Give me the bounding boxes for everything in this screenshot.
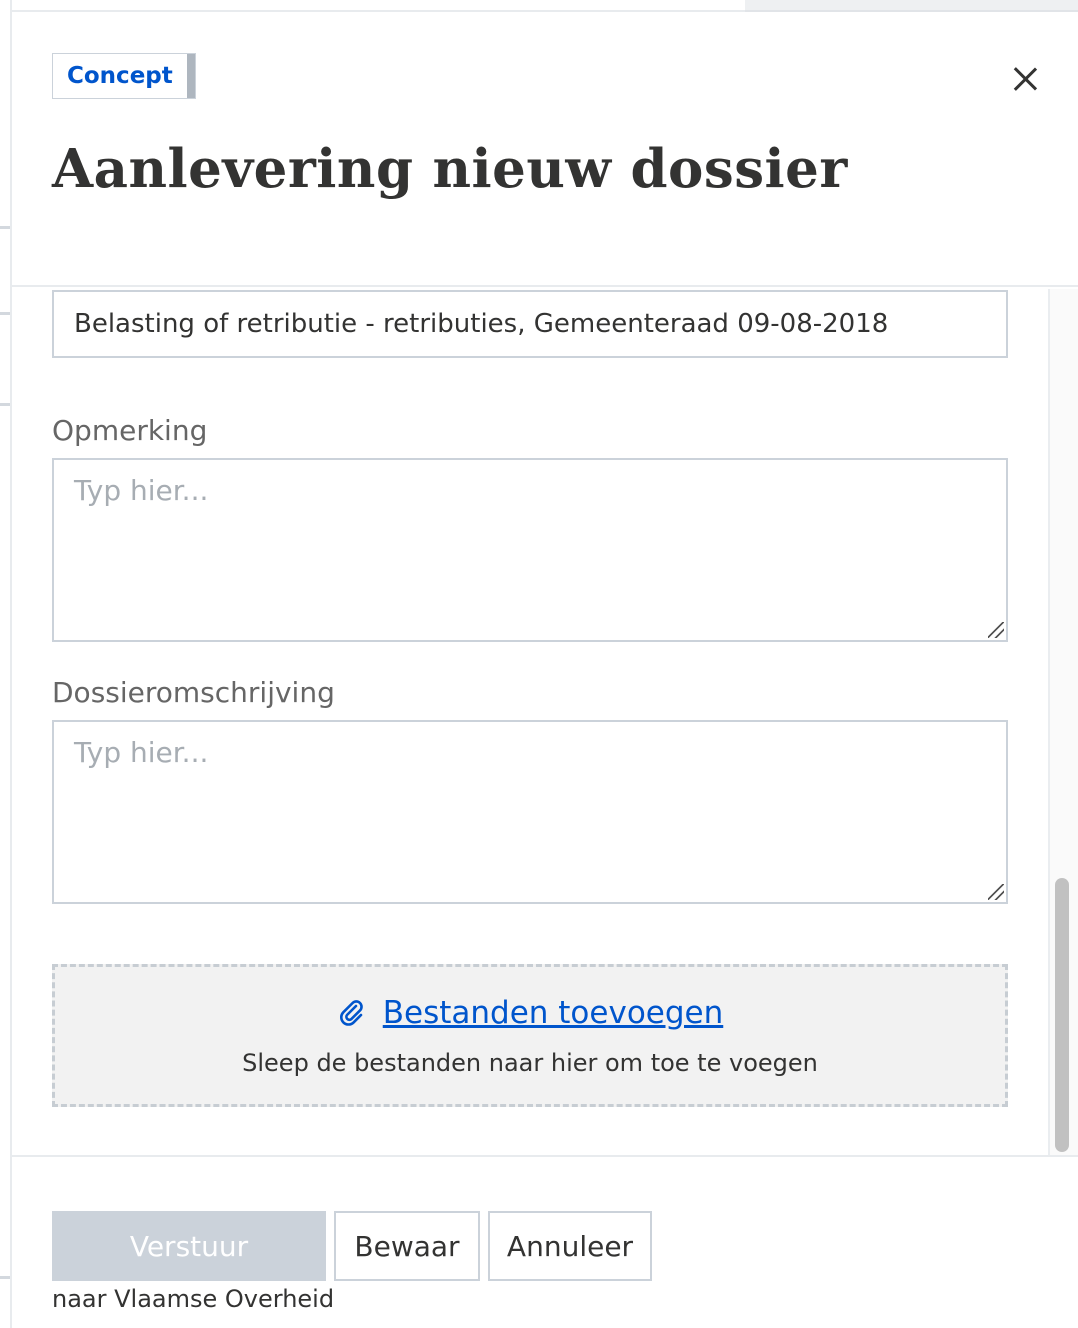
save-button[interactable]: Bewaar	[334, 1211, 480, 1281]
page-title: Aanlevering nieuw dossier	[52, 138, 848, 200]
background-divider	[0, 312, 10, 315]
description-label: Dossieromschrijving	[52, 676, 335, 709]
file-dropzone[interactable]: Bestanden toevoegen Sleep de bestanden n…	[52, 964, 1008, 1107]
description-placeholder: Typ hier...	[74, 736, 209, 769]
resize-handle-icon[interactable]	[988, 884, 1004, 900]
panel-footer: Verstuur Bewaar Annuleer naar Vlaamse Ov…	[12, 1155, 1078, 1328]
resize-handle-icon[interactable]	[988, 622, 1004, 638]
page: Concept Aanlevering nieuw dossier Belast…	[0, 0, 1078, 1328]
cancel-button[interactable]: Annuleer	[488, 1211, 652, 1281]
status-badge: Concept	[52, 53, 196, 99]
remark-label: Opmerking	[52, 414, 208, 447]
description-textarea[interactable]: Typ hier...	[52, 720, 1008, 904]
side-panel: Concept Aanlevering nieuw dossier Belast…	[12, 12, 1078, 1328]
close-icon[interactable]	[1008, 62, 1042, 96]
background-left-strip	[0, 0, 12, 1328]
panel-body: Belasting of retributie - retributies, G…	[12, 287, 1078, 1155]
remark-placeholder: Typ hier...	[74, 474, 209, 507]
dropzone-hint: Sleep de bestanden naar hier om toe te v…	[242, 1049, 818, 1077]
add-files-link[interactable]: Bestanden toevoegen	[383, 995, 724, 1031]
background-divider	[0, 403, 10, 406]
panel-header: Concept Aanlevering nieuw dossier	[12, 12, 1078, 287]
background-top-right-region	[745, 0, 1078, 12]
background-divider	[0, 1276, 10, 1279]
scrollbar-thumb[interactable]	[1055, 878, 1069, 1152]
send-button[interactable]: Verstuur	[52, 1211, 326, 1281]
subject-field[interactable]: Belasting of retributie - retributies, G…	[52, 290, 1008, 358]
remark-textarea[interactable]: Typ hier...	[52, 458, 1008, 642]
send-caption: naar Vlaamse Overheid	[52, 1285, 335, 1313]
background-divider	[0, 226, 10, 229]
add-files-row: Bestanden toevoegen	[55, 995, 1005, 1031]
paperclip-icon	[339, 1000, 363, 1026]
